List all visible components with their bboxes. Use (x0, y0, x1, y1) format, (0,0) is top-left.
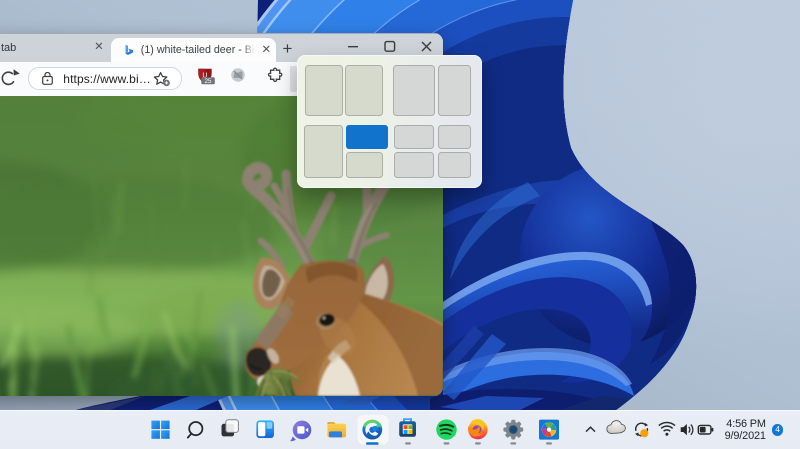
svg-text:25: 25 (204, 78, 212, 85)
